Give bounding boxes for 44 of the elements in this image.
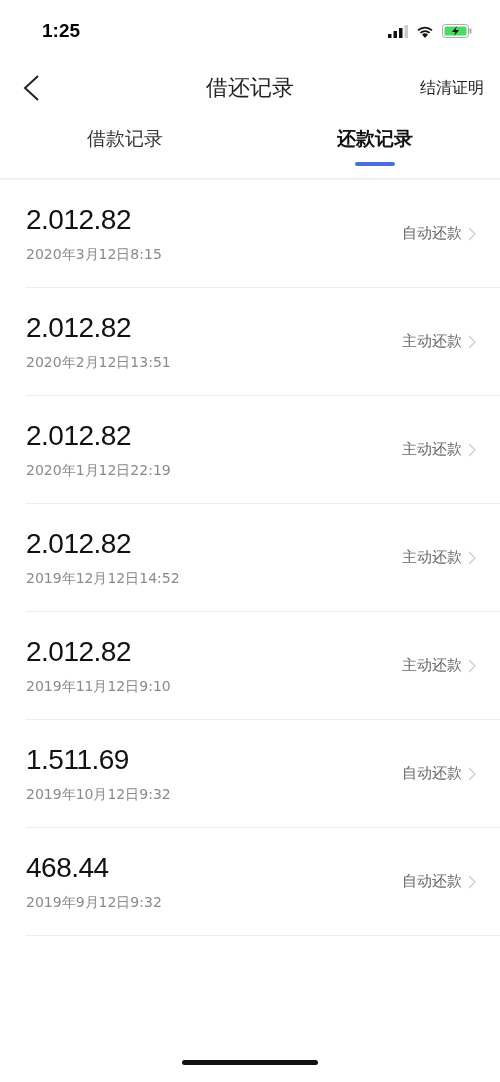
amount: 468.44	[26, 851, 110, 884]
repayment-type: 自动还款	[402, 764, 462, 783]
signal-icon	[388, 24, 408, 38]
date-time: 2020年2月12日13:51	[26, 353, 172, 372]
amount: 1.511.69	[26, 743, 130, 776]
date-time: 2019年10月12日9:32	[26, 785, 172, 804]
chevron-right-icon	[468, 766, 476, 781]
amount: 2.012.82	[26, 311, 132, 344]
amount: 2.012.82	[26, 635, 132, 668]
wifi-icon	[416, 24, 434, 38]
chevron-right-icon	[468, 658, 476, 673]
repayment-type: 主动还款	[402, 332, 462, 351]
amount: 2.012.82	[26, 419, 132, 452]
repayment-type: 自动还款	[402, 872, 462, 891]
clock-time: 1:25	[42, 20, 81, 42]
chevron-right-icon	[468, 442, 476, 457]
repayment-record[interactable]: 2.012.82 2019年11月12日9:10 主动还款	[26, 612, 500, 720]
chevron-right-icon	[468, 334, 476, 349]
amount: 2.012.82	[26, 203, 132, 236]
date-time: 2019年12月12日14:52	[26, 569, 181, 588]
chevron-right-icon	[468, 550, 476, 565]
repayment-record[interactable]: 468.44 2019年9月12日9:32 自动还款	[26, 828, 500, 936]
repayment-record[interactable]: 2.012.82 2020年2月12日13:51 主动还款	[26, 288, 500, 396]
chevron-right-icon	[468, 226, 476, 241]
repayment-type: 主动还款	[402, 548, 462, 567]
back-button[interactable]	[22, 74, 40, 102]
date-time: 2019年9月12日9:32	[26, 893, 163, 912]
repayment-record[interactable]: 2.012.82 2020年1月12日22:19 主动还款	[26, 396, 500, 504]
settlement-proof-link[interactable]: 结清证明	[420, 77, 484, 99]
chevron-right-icon	[468, 874, 476, 889]
repayment-record[interactable]: 2.012.82 2019年12月12日14:52 主动还款	[26, 504, 500, 612]
repayment-record[interactable]: 2.012.82 2020年3月12日8:15 自动还款	[26, 180, 500, 288]
repayment-record[interactable]: 1.511.69 2019年10月12日9:32 自动还款	[26, 720, 500, 828]
date-time: 2019年11月12日9:10	[26, 677, 172, 696]
battery-charging-icon	[442, 24, 472, 38]
repayment-type: 主动还款	[402, 440, 462, 459]
tab[interactable]: 还款记录	[337, 114, 413, 178]
date-time: 2020年1月12日22:19	[26, 461, 172, 480]
repayment-type: 自动还款	[402, 224, 462, 243]
repayment-type: 主动还款	[402, 656, 462, 675]
amount: 2.012.82	[26, 527, 132, 560]
date-time: 2020年3月12日8:15	[26, 245, 163, 264]
page-title: 借还记录	[206, 75, 294, 100]
tab[interactable]: 借款记录	[87, 114, 163, 178]
